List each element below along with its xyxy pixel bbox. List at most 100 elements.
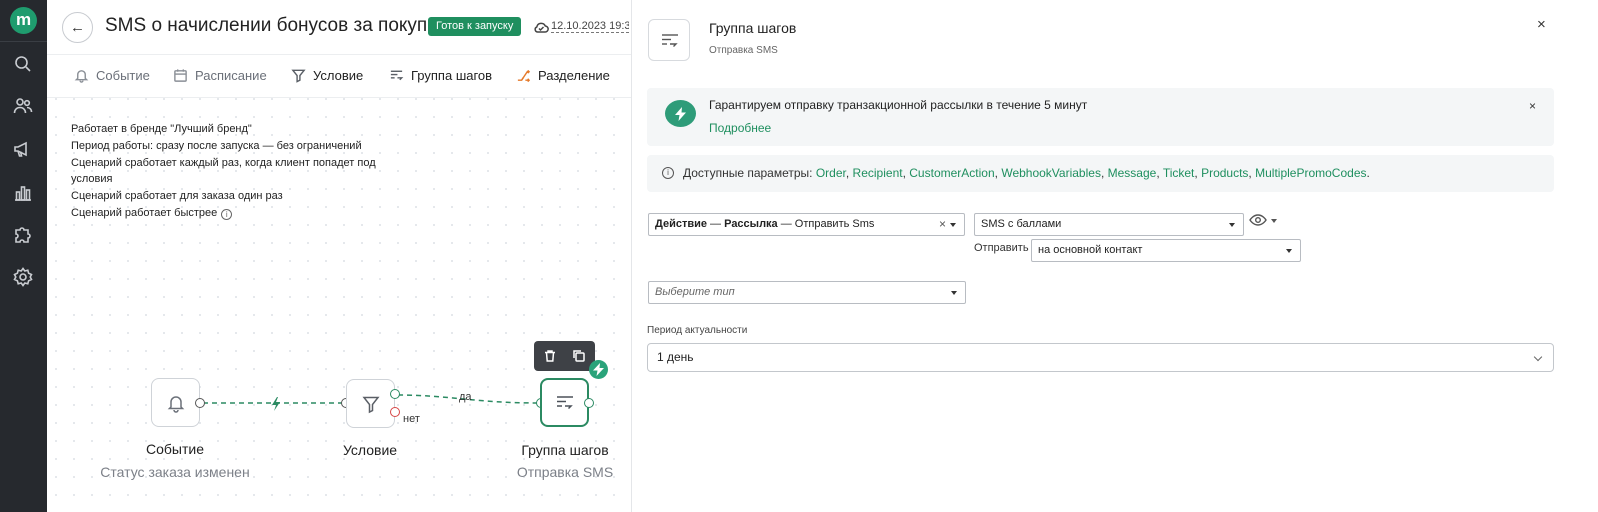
param-end: . bbox=[1366, 166, 1370, 180]
steps-icon bbox=[662, 34, 678, 47]
steps-icon bbox=[557, 396, 573, 410]
params-line: Доступные параметры: Order, Recipient, C… bbox=[683, 166, 1370, 180]
send-target-select[interactable]: на основной контакт bbox=[1031, 239, 1301, 262]
edge-no-label: нет bbox=[403, 413, 420, 425]
page-title: SMS о начислении бонусов за покупку bbox=[105, 15, 446, 36]
bolt-icon bbox=[665, 100, 696, 127]
panel-step-icon bbox=[648, 19, 690, 61]
filter-icon bbox=[291, 69, 306, 83]
info-line: Работает в бренде "Лучший бренд" bbox=[71, 123, 252, 135]
param-sep: , bbox=[845, 166, 850, 180]
param-sep: , bbox=[1194, 166, 1198, 180]
action-select[interactable]: Действие — Рассылка — Отправить Sms × bbox=[648, 213, 965, 236]
delivery-guarantee-banner: Гарантируем отправку транзакционной расс… bbox=[647, 88, 1554, 146]
info-line: Период работы: сразу после запуска — без… bbox=[71, 140, 362, 152]
condition-yes-port[interactable] bbox=[390, 389, 400, 399]
chevron-down-icon bbox=[1271, 219, 1277, 223]
info-line-text: Сценарий работает быстрее bbox=[71, 206, 218, 219]
analytics-icon[interactable] bbox=[13, 182, 33, 202]
type-select-placeholder: Выберите тип bbox=[655, 286, 735, 298]
app-sidebar: m bbox=[0, 0, 47, 512]
calendar-icon bbox=[174, 69, 187, 82]
param-link[interactable]: CustomerAction bbox=[909, 166, 994, 180]
action-dash: — bbox=[707, 218, 725, 230]
flow-node-condition[interactable] bbox=[346, 379, 395, 428]
panel-title: Группа шагов bbox=[709, 20, 797, 36]
toolbar-step-group[interactable]: Группа шагов bbox=[389, 68, 492, 83]
banner-close-icon[interactable]: × bbox=[1529, 99, 1536, 113]
period-label: Период актуальности bbox=[647, 325, 748, 336]
bell-icon bbox=[167, 396, 185, 413]
users-icon[interactable] bbox=[13, 96, 33, 116]
param-sep: , bbox=[902, 166, 906, 180]
param-link[interactable]: Ticket bbox=[1163, 166, 1195, 180]
clear-icon[interactable]: × bbox=[939, 214, 946, 235]
puzzle-icon[interactable] bbox=[13, 224, 33, 244]
param-link[interactable]: MultiplePromoCodes bbox=[1255, 166, 1366, 180]
banner-text: Гарантируем отправку транзакционной расс… bbox=[709, 98, 1088, 112]
toolbar-schedule-label: Расписание bbox=[195, 68, 267, 83]
banner-more-link[interactable]: Подробнее bbox=[709, 121, 771, 135]
toolbar-split-label: Разделение bbox=[538, 68, 610, 83]
edge-yes-label: да bbox=[459, 391, 472, 403]
toolbar-schedule[interactable]: Расписание bbox=[173, 68, 267, 83]
flow-node-event-title: Событие bbox=[146, 441, 204, 457]
flow-node-step-group-subtitle: Отправка SMS bbox=[516, 464, 614, 480]
edge-bolt-icon bbox=[272, 397, 280, 411]
template-select[interactable]: SMS с баллами bbox=[974, 213, 1244, 236]
send-label: Отправить bbox=[974, 242, 1029, 254]
fast-delivery-badge bbox=[589, 360, 608, 379]
saved-time-link[interactable]: 12.10.2023 19:33 bbox=[551, 20, 629, 33]
bolt-icon bbox=[593, 363, 604, 376]
flow-node-event-subtitle: Статус заказа изменен bbox=[100, 464, 250, 480]
toolbar-split[interactable]: Разделение bbox=[516, 68, 610, 83]
info-line: Сценарий работает быстрее i bbox=[71, 206, 391, 222]
template-select-value: SMS с баллами bbox=[981, 218, 1062, 230]
sidebar-divider bbox=[0, 41, 47, 42]
chevron-down-icon bbox=[951, 291, 957, 295]
condition-no-port[interactable] bbox=[390, 407, 400, 417]
trash-icon[interactable] bbox=[543, 349, 557, 363]
panel-subtitle: Отправка SMS bbox=[709, 45, 778, 56]
preview-eye-icon[interactable] bbox=[1249, 213, 1279, 229]
param-sep: , bbox=[1100, 166, 1105, 180]
steps-icon bbox=[390, 70, 404, 81]
param-link[interactable]: Order bbox=[816, 166, 846, 180]
flow-node-step-group[interactable] bbox=[540, 378, 589, 427]
param-link[interactable]: Products bbox=[1201, 166, 1248, 180]
step-settings-panel: Группа шагов Отправка SMS × Гарантируем … bbox=[631, 0, 1598, 512]
toolbar-condition-label: Условие bbox=[313, 68, 364, 83]
send-target-value: на основной контакт bbox=[1038, 244, 1143, 256]
param-link[interactable]: Recipient bbox=[853, 166, 903, 180]
toolbar-condition[interactable]: Условие bbox=[291, 68, 363, 83]
app-logo[interactable]: m bbox=[10, 7, 37, 34]
node-actions-toolbar bbox=[534, 341, 595, 371]
flow-node-condition-title: Условие bbox=[342, 442, 398, 458]
back-button[interactable]: ← bbox=[62, 12, 93, 43]
split-icon bbox=[517, 69, 531, 83]
scenario-canvas[interactable]: ← SMS о начислении бонусов за покупку Го… bbox=[47, 0, 631, 512]
flow-node-event[interactable] bbox=[151, 378, 200, 427]
type-select[interactable]: Выберите тип bbox=[648, 281, 966, 304]
available-params: i Доступные параметры: Order, Recipient,… bbox=[647, 155, 1554, 192]
step-group-output-port[interactable] bbox=[584, 398, 594, 408]
scenario-header: ← SMS о начислении бонусов за покупку Го… bbox=[47, 0, 631, 55]
copy-icon[interactable] bbox=[572, 349, 586, 363]
node-toolbar: Событие Расписание Условие Группа шагов … bbox=[47, 56, 631, 98]
search-icon[interactable] bbox=[13, 54, 33, 74]
param-sep: , bbox=[1248, 166, 1252, 180]
cloud-saved-icon bbox=[533, 19, 549, 35]
toolbar-event[interactable]: Событие bbox=[74, 68, 150, 83]
period-select[interactable]: 1 день bbox=[647, 343, 1554, 372]
action-part-3: — Отправить Sms bbox=[777, 218, 875, 230]
param-sep: , bbox=[1156, 166, 1160, 180]
param-link[interactable]: WebhookVariables bbox=[1001, 166, 1101, 180]
event-output-port[interactable] bbox=[195, 398, 205, 408]
close-icon[interactable]: × bbox=[1537, 16, 1546, 33]
info-icon[interactable]: i bbox=[221, 208, 233, 220]
param-link[interactable]: Message bbox=[1108, 166, 1157, 180]
param-sep: , bbox=[994, 166, 998, 180]
megaphone-icon[interactable] bbox=[13, 139, 33, 159]
gear-icon[interactable] bbox=[13, 267, 33, 287]
toolbar-step-group-label: Группа шагов bbox=[411, 68, 493, 83]
